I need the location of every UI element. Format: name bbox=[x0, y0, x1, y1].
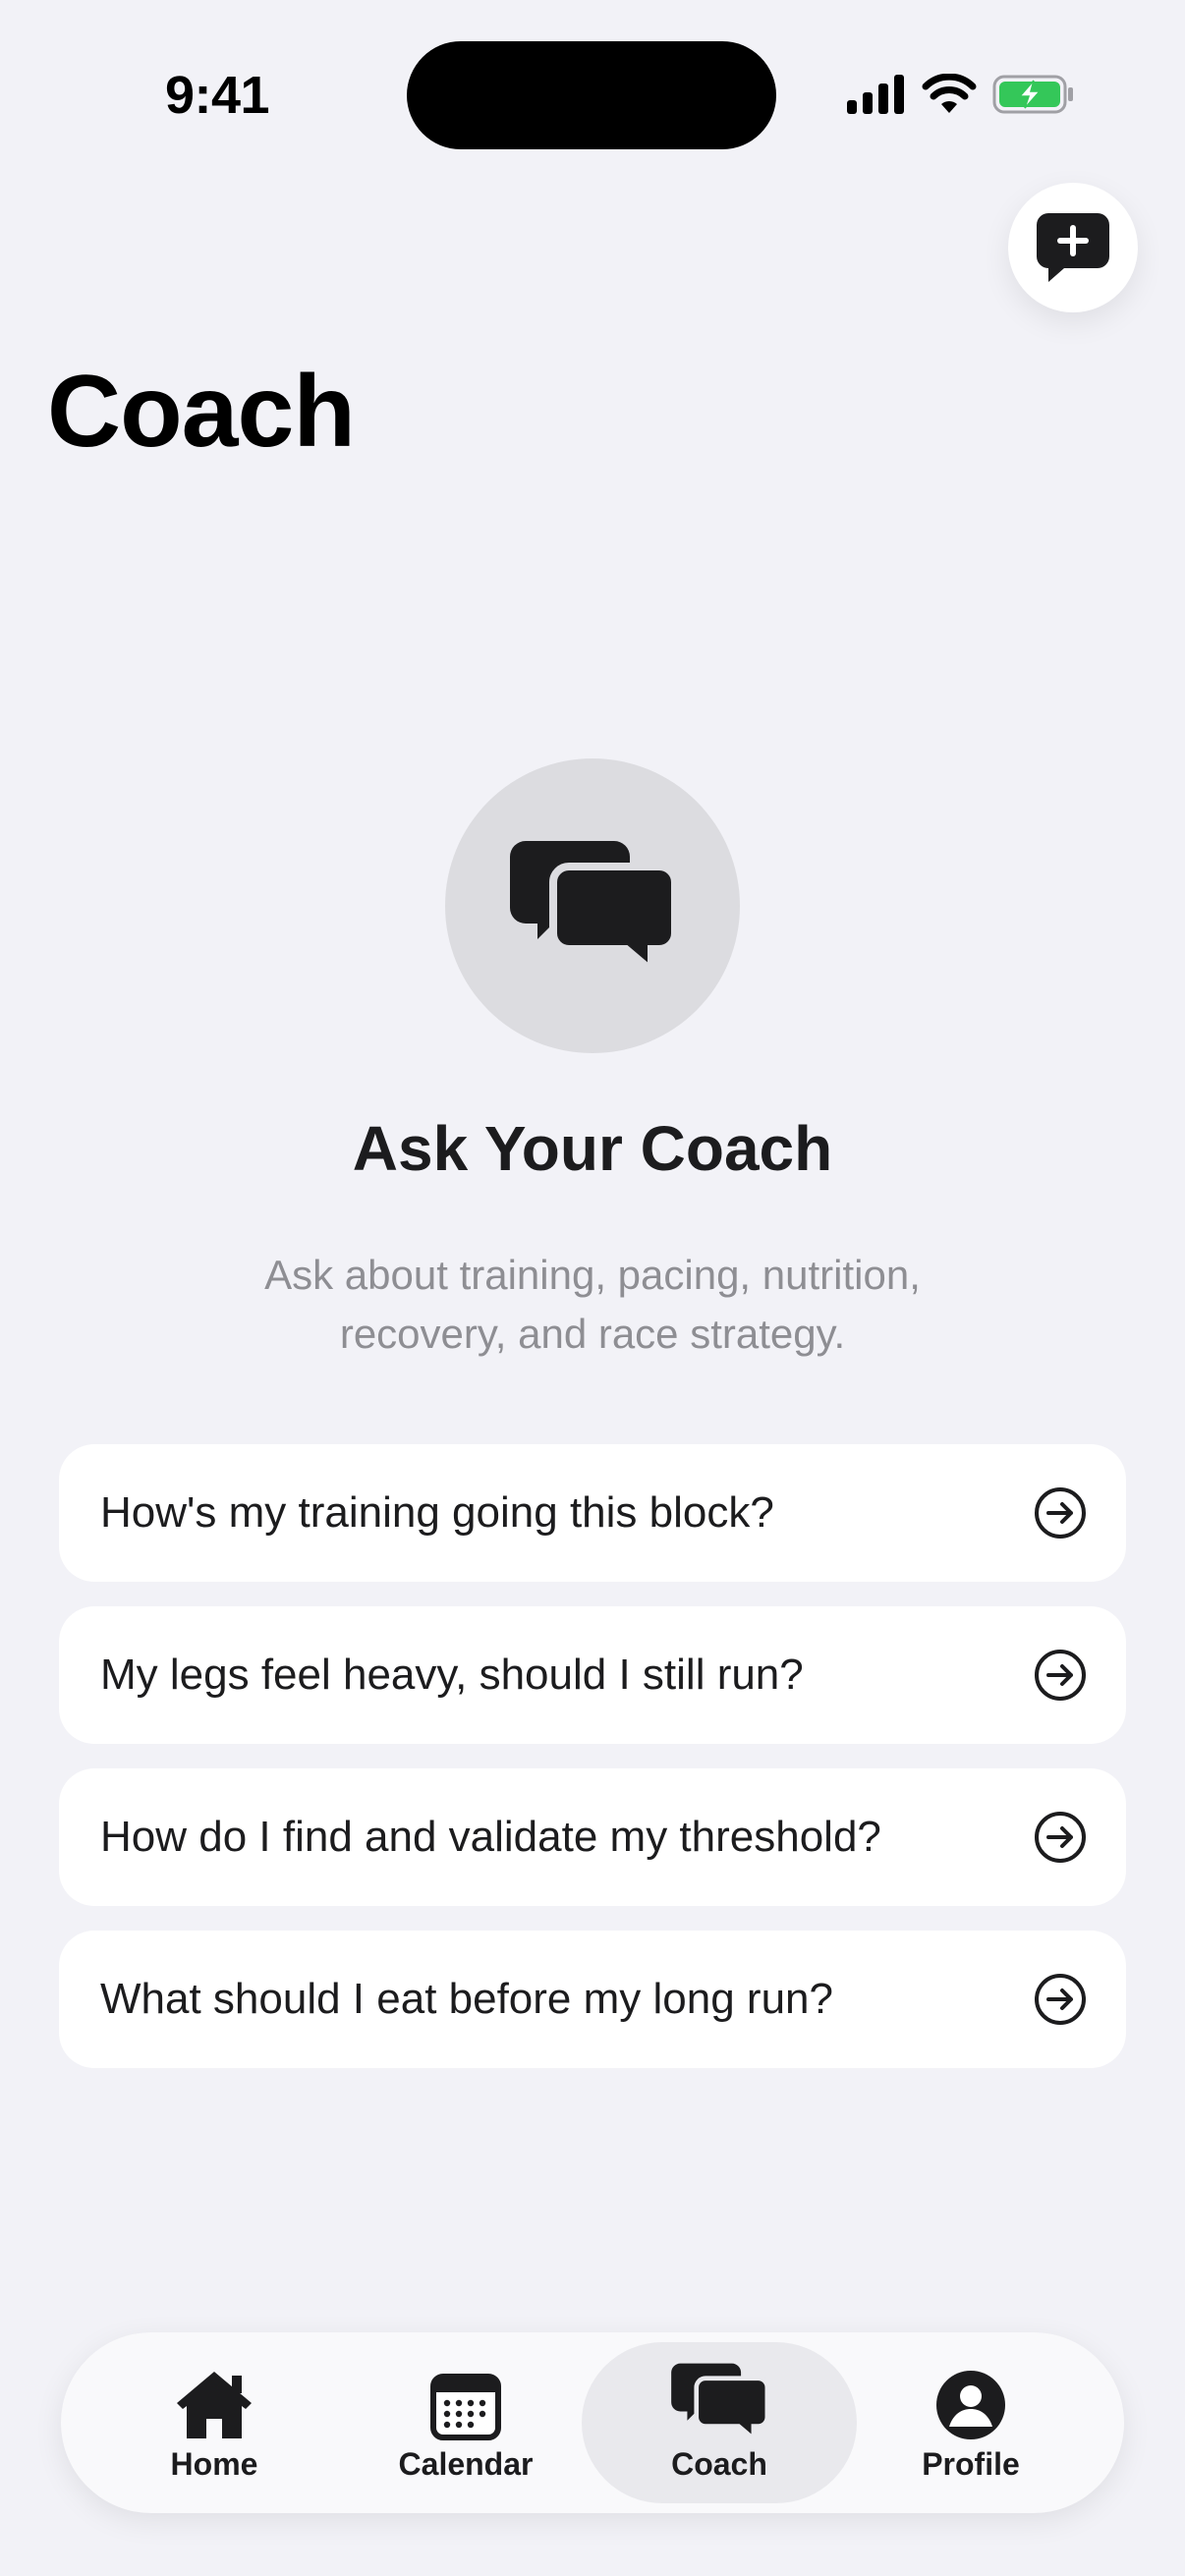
person-circle-icon bbox=[936, 2370, 1005, 2439]
empty-state-title: Ask Your Coach bbox=[352, 1113, 833, 1184]
tab-profile[interactable]: Profile bbox=[833, 2342, 1108, 2503]
page-title: Coach bbox=[47, 355, 356, 469]
arrow-right-circle-icon bbox=[1035, 1812, 1086, 1863]
suggestion-button[interactable]: My legs feel heavy, should I still run? bbox=[59, 1606, 1126, 1744]
suggestion-text: How's my training going this block? bbox=[100, 1488, 774, 1537]
arrow-right-circle-icon bbox=[1035, 1487, 1086, 1539]
suggestion-button[interactable]: How's my training going this block? bbox=[59, 1444, 1126, 1582]
suggestion-list: How's my training going this block? My l… bbox=[59, 1444, 1126, 2093]
tab-label: Coach bbox=[671, 2445, 767, 2482]
suggestion-button[interactable]: What should I eat before my long run? bbox=[59, 1931, 1126, 2068]
status-time: 9:41 bbox=[165, 66, 270, 125]
wifi-icon bbox=[922, 74, 977, 113]
tab-home[interactable]: Home bbox=[77, 2342, 352, 2503]
tab-label: Profile bbox=[922, 2445, 1020, 2482]
tab-coach[interactable]: Coach bbox=[582, 2342, 857, 2503]
suggestion-button[interactable]: How do I find and validate my threshold? bbox=[59, 1768, 1126, 1906]
calendar-icon bbox=[430, 2373, 501, 2440]
arrow-right-circle-icon bbox=[1035, 1974, 1086, 2025]
new-chat-button[interactable] bbox=[1008, 183, 1138, 312]
tab-bar: Home Calendar Coach Profile bbox=[61, 2332, 1124, 2513]
chat-bubbles-icon bbox=[671, 2363, 768, 2440]
battery-charging-icon bbox=[992, 75, 1073, 114]
suggestion-text: How do I find and validate my threshold? bbox=[100, 1813, 881, 1861]
arrow-right-circle-icon bbox=[1035, 1650, 1086, 1701]
tab-label: Home bbox=[170, 2445, 258, 2482]
cellular-signal-icon bbox=[847, 75, 904, 114]
tab-calendar[interactable]: Calendar bbox=[328, 2342, 603, 2503]
house-icon bbox=[177, 2371, 252, 2438]
coach-screen: 9:41 Coach Ask Your Coach Ask about trai… bbox=[0, 0, 1185, 2576]
chat-bubbles-icon bbox=[510, 841, 677, 973]
status-icons bbox=[847, 71, 1075, 118]
dynamic-island bbox=[407, 41, 776, 149]
suggestion-text: What should I eat before my long run? bbox=[100, 1975, 833, 2023]
empty-state-subtitle: Ask about training, pacing, nutrition, r… bbox=[264, 1252, 921, 1357]
tab-label: Calendar bbox=[398, 2445, 534, 2482]
suggestion-text: My legs feel heavy, should I still run? bbox=[100, 1651, 804, 1699]
empty-state-icon-container bbox=[445, 758, 740, 1053]
new-chat-icon bbox=[1037, 213, 1109, 282]
